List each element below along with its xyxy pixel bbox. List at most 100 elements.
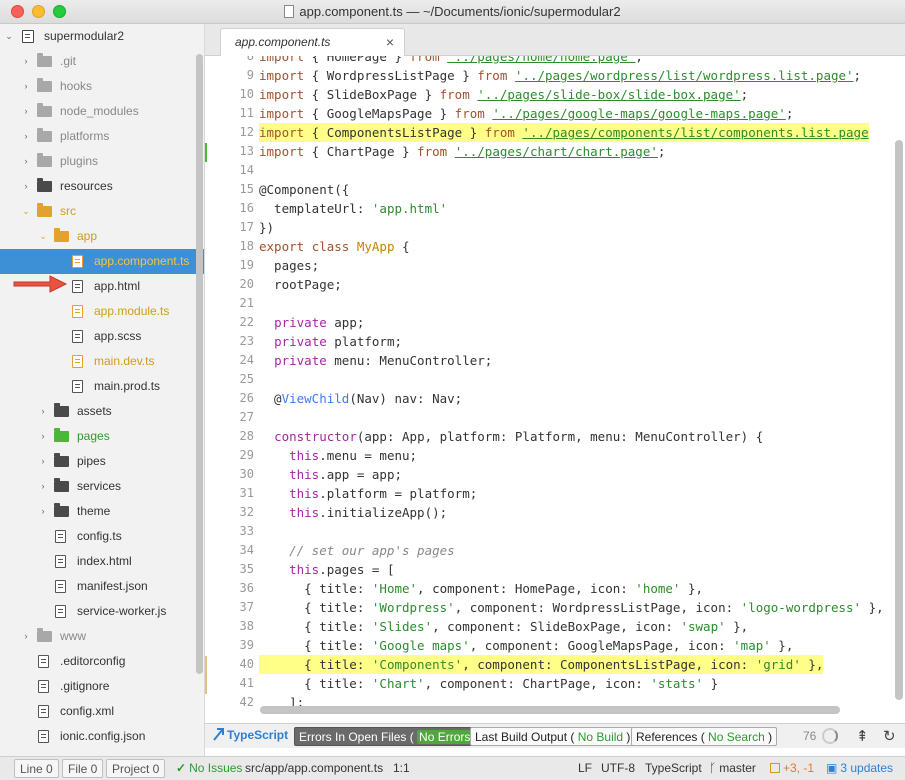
code-line[interactable]: 27 xyxy=(205,408,905,427)
file-path[interactable]: src/app/app.component.ts xyxy=(245,757,383,779)
code-line[interactable]: 34 // set our app's pages xyxy=(205,541,905,560)
zoom-window-button[interactable] xyxy=(53,5,66,18)
code-line[interactable]: 38 { title: 'Slides', component: SlideBo… xyxy=(205,617,905,636)
code-line[interactable]: 40 { title: 'Components', component: Com… xyxy=(205,655,905,674)
code-line[interactable]: 35 this.pages = [ xyxy=(205,560,905,579)
package-updates[interactable]: ▣ 3 updates xyxy=(826,757,893,779)
code-line[interactable]: 19 pages; xyxy=(205,256,905,275)
tree-folder-app[interactable]: ⌄ app xyxy=(0,224,204,249)
code-line[interactable]: 28 constructor(app: App, platform: Platf… xyxy=(205,427,905,446)
editor-vertical-scrollbar[interactable] xyxy=(895,140,903,700)
code-line[interactable]: 20 rootPage; xyxy=(205,275,905,294)
tree-folder-node-modules[interactable]: › node_modules xyxy=(0,99,204,124)
chevron-right-icon[interactable]: › xyxy=(37,499,49,524)
code-line[interactable]: 10 import { SlideBoxPage } from '../pages… xyxy=(205,85,905,104)
references-button[interactable]: References ( No Search ) xyxy=(631,727,778,746)
tab-app-component[interactable]: app.component.ts × xyxy=(220,28,405,56)
code-editor[interactable]: 8 import { HomePage } from '../pages/home… xyxy=(205,56,905,716)
chevron-right-icon[interactable]: › xyxy=(20,149,32,174)
refresh-icon[interactable]: ↻ xyxy=(883,727,896,745)
code-line[interactable]: 16 templateUrl: 'app.html' xyxy=(205,199,905,218)
code-line[interactable]: 33 xyxy=(205,522,905,541)
tree-file-ionic-config-json[interactable]: ionic.config.json xyxy=(0,724,204,749)
code-line[interactable]: 11 import { GoogleMapsPage } from '../pag… xyxy=(205,104,905,123)
tree-file-app-scss[interactable]: app.scss xyxy=(0,324,204,349)
errors-in-open-files-button[interactable]: Errors In Open Files ( No Errors ) xyxy=(294,727,485,746)
tree-view[interactable]: ⌄ supermodular2 › .git › hooks › node_modules… xyxy=(0,24,205,756)
typescript-brand[interactable]: TypeScript xyxy=(213,728,288,742)
code-line[interactable]: 37 { title: 'Wordpress', component: Word… xyxy=(205,598,905,617)
chevron-right-icon[interactable]: › xyxy=(37,424,49,449)
tree-folder-theme[interactable]: › theme xyxy=(0,499,204,524)
tree-file-config-xml[interactable]: config.xml xyxy=(0,699,204,724)
tree-folder-plugins[interactable]: › plugins xyxy=(0,149,204,174)
tree-folder-hooks[interactable]: › hooks xyxy=(0,74,204,99)
tree-file-main-dev-ts[interactable]: main.dev.ts xyxy=(0,349,204,374)
code-line[interactable]: 24 private menu: MenuController; xyxy=(205,351,905,370)
code-line[interactable]: 14 xyxy=(205,161,905,180)
chevron-down-icon[interactable]: ⌄ xyxy=(20,199,32,224)
code-line[interactable]: 18 export class MyApp { xyxy=(205,237,905,256)
close-window-button[interactable] xyxy=(11,5,24,18)
minimize-window-button[interactable] xyxy=(32,5,45,18)
tree-folder-resources[interactable]: › resources xyxy=(0,174,204,199)
code-line[interactable]: 41 { title: 'Chart', component: ChartPag… xyxy=(205,674,905,693)
tree-file-app-module-ts[interactable]: app.module.ts xyxy=(0,299,204,324)
chevron-right-icon[interactable]: › xyxy=(20,74,32,99)
git-branch[interactable]: ᚴ master xyxy=(709,757,756,779)
tree-vertical-scrollbar[interactable] xyxy=(196,54,203,674)
tree-folder-services[interactable]: › services xyxy=(0,474,204,499)
code-line[interactable]: 23 private platform; xyxy=(205,332,905,351)
code-line[interactable]: 32 this.initializeApp(); xyxy=(205,503,905,522)
code-line[interactable]: 26 @ViewChild(Nav) nav: Nav; xyxy=(205,389,905,408)
file-count-button[interactable]: File 0 xyxy=(62,759,104,778)
tree-folder-assets[interactable]: › assets xyxy=(0,399,204,424)
tree-folder-platforms[interactable]: › platforms xyxy=(0,124,204,149)
chevron-right-icon[interactable]: › xyxy=(20,124,32,149)
settings-toggle-icon[interactable]: ⇞ xyxy=(856,727,869,745)
git-diff-stats[interactable]: +3, -1 xyxy=(770,757,814,779)
code-line[interactable]: 13 import { ChartPage } from '../pages/ch… xyxy=(205,142,905,161)
last-build-output-button[interactable]: Last Build Output ( No Build ) xyxy=(470,727,636,746)
cursor-position[interactable]: 1:1 xyxy=(393,757,410,779)
chevron-right-icon[interactable]: › xyxy=(20,174,32,199)
tree-file-index-html[interactable]: index.html xyxy=(0,549,204,574)
code-line[interactable]: 29 this.menu = menu; xyxy=(205,446,905,465)
code-line[interactable]: 17}) xyxy=(205,218,905,237)
tree-file-app-component-ts[interactable]: app.component.ts xyxy=(0,249,204,274)
code-line[interactable]: 25 xyxy=(205,370,905,389)
chevron-down-icon[interactable]: ⌄ xyxy=(37,224,49,249)
tree-file-config-ts[interactable]: config.ts xyxy=(0,524,204,549)
tree-file-gitignore[interactable]: .gitignore xyxy=(0,674,204,699)
code-line[interactable]: 21 xyxy=(205,294,905,313)
tree-folder-www[interactable]: › www xyxy=(0,624,204,649)
code-line[interactable]: 12 import { ComponentsListPage } from '..… xyxy=(205,123,905,142)
tree-file-editorconfig[interactable]: .editorconfig xyxy=(0,649,204,674)
project-count-button[interactable]: Project 0 xyxy=(106,759,166,778)
code-line[interactable]: 15 @Component({ xyxy=(205,180,905,199)
tree-root[interactable]: ⌄ supermodular2 xyxy=(0,24,204,49)
chevron-down-icon[interactable]: ⌄ xyxy=(3,24,15,49)
chevron-right-icon[interactable]: › xyxy=(20,99,32,124)
chevron-right-icon[interactable]: › xyxy=(20,624,32,649)
editor-horizontal-scrollbar[interactable] xyxy=(260,706,840,714)
code-line[interactable]: 39 { title: 'Google maps', component: Go… xyxy=(205,636,905,655)
line-ending[interactable]: LF xyxy=(578,757,592,779)
grammar[interactable]: TypeScript xyxy=(645,757,702,779)
chevron-right-icon[interactable]: › xyxy=(20,49,32,74)
code-line[interactable]: 30 this.app = app; xyxy=(205,465,905,484)
tree-file-manifest-json[interactable]: manifest.json xyxy=(0,574,204,599)
code-line[interactable]: 8 import { HomePage } from '../pages/home… xyxy=(205,56,905,66)
tree-file-service-worker-js[interactable]: service-worker.js xyxy=(0,599,204,624)
code-line[interactable]: 22 private app; xyxy=(205,313,905,332)
code-line[interactable]: 9 import { WordpressListPage } from '../p… xyxy=(205,66,905,85)
issues-status[interactable]: ✓ No Issues xyxy=(176,757,242,779)
chevron-right-icon[interactable]: › xyxy=(37,474,49,499)
code-line[interactable]: 31 this.platform = platform; xyxy=(205,484,905,503)
close-tab-icon[interactable]: × xyxy=(386,29,394,56)
chevron-right-icon[interactable]: › xyxy=(37,399,49,424)
tree-folder-pipes[interactable]: › pipes xyxy=(0,449,204,474)
tree-folder-git[interactable]: › .git xyxy=(0,49,204,74)
chevron-right-icon[interactable]: › xyxy=(37,449,49,474)
tree-file-main-prod-ts[interactable]: main.prod.ts xyxy=(0,374,204,399)
